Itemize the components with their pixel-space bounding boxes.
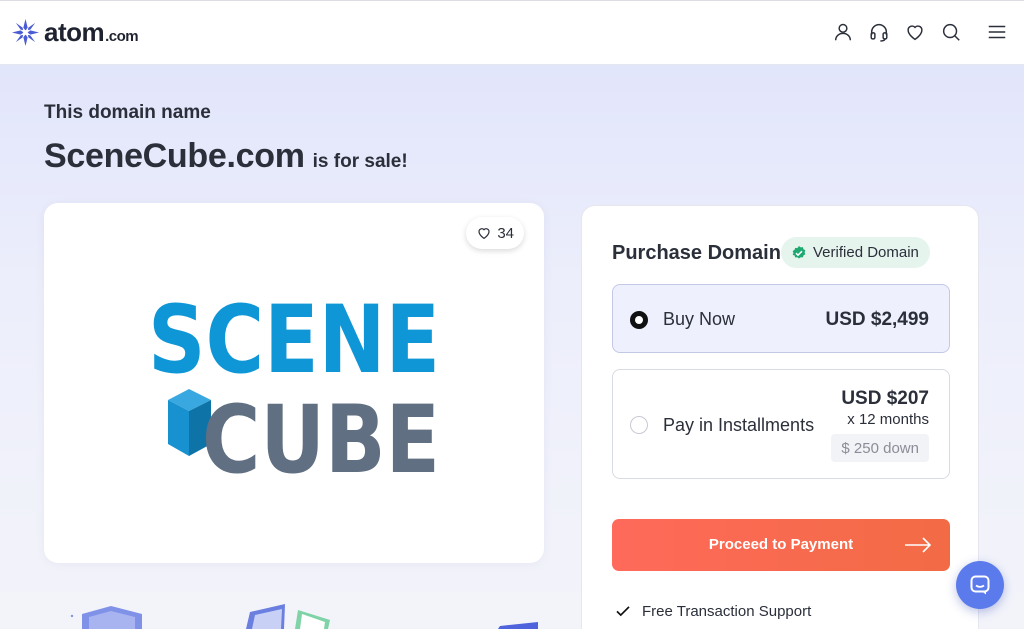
like-count: 34 (497, 224, 514, 242)
illustration-card (498, 622, 538, 629)
brand-logo-scene: SCENE (148, 288, 440, 395)
proceed-to-payment-button[interactable]: Proceed to Payment (612, 519, 950, 571)
illustration-documents (246, 604, 330, 629)
header-nav (832, 21, 1008, 43)
menu-icon[interactable] (986, 21, 1008, 43)
option-price: USD $207 (841, 388, 929, 409)
option-price: USD $2,499 (825, 309, 929, 330)
verified-label: Verified Domain (813, 244, 919, 261)
site-header: atom.com (0, 0, 1024, 65)
installment-months: x 12 months (847, 411, 929, 428)
illustration-shield (70, 606, 142, 629)
logo-wordmark: atom.com (44, 17, 139, 47)
option-label: Buy Now (663, 309, 736, 329)
verified-check-icon (792, 245, 806, 259)
purchase-title: Purchase Domain (612, 242, 781, 264)
chat-icon (970, 575, 990, 595)
arrow-right-icon (905, 537, 932, 553)
atom-star-logo-icon (11, 18, 40, 47)
option-installments[interactable]: Pay in Installments USD $207 x 12 months… (612, 369, 950, 479)
option-label: Pay in Installments (663, 415, 815, 435)
purchase-panel: Purchase Domain Verified Domain Buy Now … (581, 205, 979, 629)
brand-logo-cube: CUBE (202, 386, 440, 478)
domain-name: SceneCube.com (44, 137, 305, 175)
heart-icon[interactable] (904, 21, 926, 43)
user-icon[interactable] (832, 21, 854, 43)
feature-label: Free Transaction Support (642, 602, 812, 620)
proceed-label: Proceed to Payment (708, 536, 854, 553)
domain-logo-card: 34 SCENE CUBE (44, 203, 544, 563)
radio-buy-now[interactable] (630, 311, 648, 329)
like-button[interactable]: 34 (466, 217, 524, 249)
for-sale-label: is for sale! (312, 151, 408, 172)
checkmark-icon (616, 606, 630, 617)
verified-badge: Verified Domain (781, 237, 930, 268)
chat-button[interactable] (956, 561, 1004, 609)
radio-installments[interactable] (630, 416, 648, 434)
search-icon[interactable] (940, 21, 962, 43)
down-payment: $ 250 down (831, 434, 929, 462)
feature-item: Free Transaction Support (614, 602, 811, 620)
headset-icon[interactable] (868, 21, 890, 43)
domain-headline: SceneCube.com is for sale! (44, 137, 408, 176)
option-buy-now[interactable]: Buy Now USD $2,499 (612, 284, 950, 353)
domain-eyebrow: This domain name (44, 102, 211, 123)
site-logo[interactable]: atom.com (11, 17, 139, 48)
heart-outline-icon (478, 228, 490, 240)
scenecube-brand-logo: SCENE CUBE (148, 288, 440, 478)
